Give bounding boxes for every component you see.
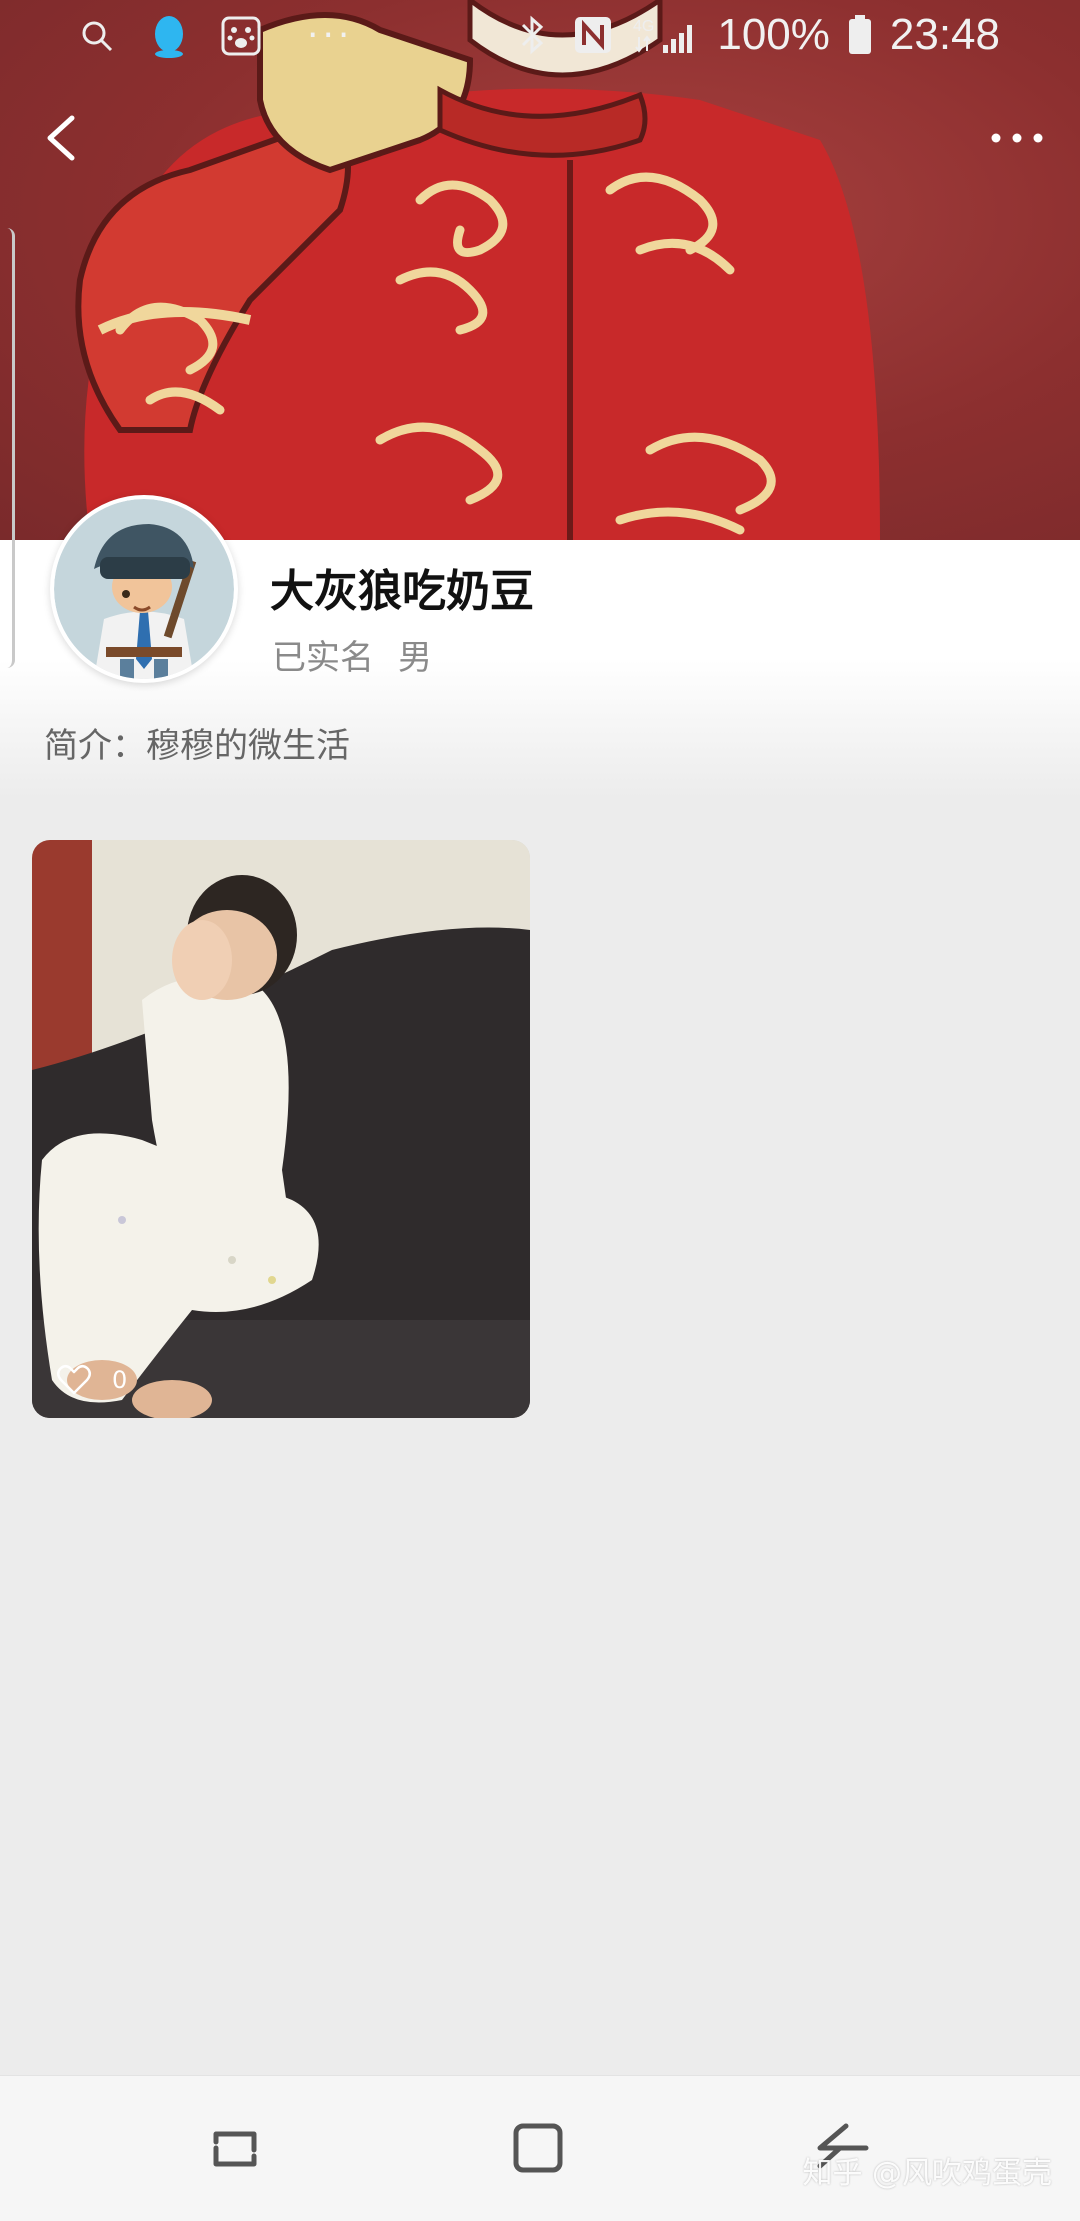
battery-icon — [846, 13, 874, 57]
network-label: 4G — [633, 18, 654, 35]
baidu-paw-icon — [219, 14, 263, 58]
recent-apps-icon — [213, 2131, 257, 2167]
avatar-illustration — [54, 499, 234, 679]
clock: 23:48 — [889, 10, 1000, 59]
4g-signal-icon: 4G — [631, 13, 701, 57]
gender: 男 — [398, 638, 432, 678]
nfc-icon — [571, 13, 615, 57]
cover-illustration — [75, 0, 880, 540]
watermark: 知乎 @风吹鸡蛋壳 — [802, 2156, 1052, 2191]
heart-outline-icon[interactable] — [56, 1364, 92, 1396]
qq-penguin-icon — [147, 14, 191, 58]
username: 大灰狼吃奶豆 — [270, 566, 534, 617]
bio: 简介：穆穆的微生活 — [44, 726, 350, 766]
home-icon — [513, 2123, 563, 2173]
user-meta: 已实名 男 — [272, 630, 432, 679]
battery-percentage: 100% — [717, 10, 830, 59]
chevron-left-icon — [47, 115, 75, 161]
avatar[interactable] — [50, 495, 238, 683]
back-button[interactable] — [32, 108, 92, 168]
bluetooth-icon — [511, 13, 555, 57]
search-icon — [75, 14, 119, 58]
like-section[interactable]: 0 — [56, 1364, 127, 1396]
more-notifications-indicator: ··· — [307, 15, 354, 56]
post-card[interactable]: 0 — [32, 840, 530, 1418]
recent-apps-button[interactable] — [200, 2114, 270, 2184]
verified-status: 已实名 — [272, 638, 374, 678]
status-bar: ··· 4G 100% 23:48 — [0, 0, 1080, 72]
like-count: 0 — [112, 1366, 128, 1394]
more-dots-icon — [991, 133, 1043, 143]
more-options-button[interactable] — [982, 118, 1052, 158]
post-photo — [32, 840, 530, 1418]
cover-image: ··· 4G 100% 23:48 — [0, 0, 1080, 540]
edge-panel-handle[interactable] — [0, 228, 15, 668]
home-button[interactable] — [503, 2114, 573, 2184]
